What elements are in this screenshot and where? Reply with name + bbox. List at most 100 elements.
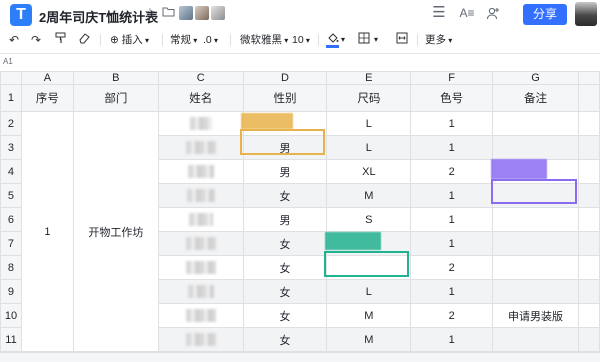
share-button[interactable]: 分享: [523, 4, 567, 25]
empty-cell[interactable]: [577, 111, 600, 136]
header-cell-color[interactable]: 色号: [410, 84, 494, 112]
empty-cell[interactable]: [577, 159, 600, 184]
row-header[interactable]: 6: [0, 207, 22, 232]
insert-menu[interactable]: ⊕ 插入 ▾: [110, 32, 149, 48]
row-header[interactable]: 1: [0, 84, 22, 112]
eraser-icon[interactable]: [77, 32, 91, 48]
size-cell[interactable]: S: [326, 207, 412, 232]
column-header-f[interactable]: F: [410, 71, 494, 85]
empty-cell[interactable]: [577, 135, 600, 160]
size-cell[interactable]: L: [326, 279, 412, 304]
undo-icon[interactable]: ↶: [7, 32, 21, 48]
note-cell[interactable]: [492, 255, 579, 280]
row-header[interactable]: 11: [0, 327, 22, 352]
gender-cell[interactable]: 女: [242, 231, 328, 256]
menu-icon[interactable]: ☰: [432, 5, 446, 20]
header-cell-gender[interactable]: 性别: [242, 84, 328, 112]
document-title[interactable]: 2周年司庆T恤统计表: [39, 7, 158, 26]
name-cell[interactable]: [157, 327, 244, 352]
column-header-d[interactable]: D: [242, 71, 328, 85]
header-cell-name[interactable]: 姓名: [157, 84, 244, 112]
chevron-down-icon[interactable]: ▾: [374, 32, 378, 48]
user-avatar[interactable]: [575, 2, 597, 26]
gender-cell[interactable]: 女: [242, 183, 328, 208]
row-header[interactable]: 8: [0, 255, 22, 280]
size-cell[interactable]: L: [326, 135, 412, 160]
color-cell[interactable]: 1: [410, 111, 494, 136]
name-cell[interactable]: [157, 303, 244, 328]
row-header[interactable]: 3: [0, 135, 22, 160]
row-header[interactable]: 4: [0, 159, 22, 184]
color-cell[interactable]: 1: [410, 183, 494, 208]
app-logo[interactable]: T: [10, 4, 32, 26]
note-cell[interactable]: [492, 327, 579, 352]
color-cell[interactable]: 1: [410, 231, 494, 256]
header-cell-dept[interactable]: 部门: [72, 84, 159, 112]
collaborator-avatar[interactable]: [211, 6, 225, 20]
row-header[interactable]: 5: [0, 183, 22, 208]
name-cell[interactable]: [157, 207, 244, 232]
star-icon[interactable]: ☆: [143, 6, 157, 20]
collaborator-avatar[interactable]: [195, 6, 209, 20]
column-header-a[interactable]: A: [20, 71, 74, 85]
folder-icon[interactable]: [161, 6, 175, 20]
font-family-select[interactable]: 微软雅黑 ▾: [240, 32, 288, 48]
color-cell[interactable]: 2: [410, 255, 494, 280]
empty-cell[interactable]: [577, 327, 600, 352]
column-header-c[interactable]: C: [157, 71, 244, 85]
column-header-g[interactable]: G: [492, 71, 579, 85]
color-cell[interactable]: 2: [410, 159, 494, 184]
cell-reference[interactable]: A1: [3, 57, 13, 66]
name-cell[interactable]: [157, 135, 244, 160]
note-cell[interactable]: [492, 111, 579, 136]
color-cell[interactable]: 1: [410, 135, 494, 160]
gender-cell[interactable]: 男: [242, 159, 328, 184]
redo-icon[interactable]: ↷: [29, 32, 43, 48]
note-cell[interactable]: [492, 279, 579, 304]
note-cell[interactable]: 申请男装版: [492, 303, 579, 328]
color-cell[interactable]: 1: [410, 279, 494, 304]
header-cell-size[interactable]: 尺码: [326, 84, 412, 112]
size-cell[interactable]: XL: [326, 159, 412, 184]
number-format-select[interactable]: 常规 ▾: [170, 32, 197, 48]
size-cell[interactable]: M: [326, 303, 412, 328]
gender-cell[interactable]: 女: [242, 255, 328, 280]
name-cell[interactable]: [157, 279, 244, 304]
add-user-icon[interactable]: [486, 6, 500, 20]
gender-cell[interactable]: 女: [242, 303, 328, 328]
border-icon[interactable]: [357, 32, 371, 48]
header-cell-note[interactable]: 备注: [492, 84, 579, 112]
size-cell[interactable]: L: [326, 111, 412, 136]
name-cell[interactable]: [157, 111, 244, 136]
decimal-button[interactable]: .0 ▾: [203, 32, 218, 48]
size-cell[interactable]: M: [326, 327, 412, 352]
empty-cell[interactable]: [577, 303, 600, 328]
color-cell[interactable]: 2: [410, 303, 494, 328]
empty-cell[interactable]: [577, 255, 600, 280]
name-cell[interactable]: [157, 255, 244, 280]
row-header[interactable]: 10: [0, 303, 22, 328]
name-cell[interactable]: [157, 183, 244, 208]
row-header[interactable]: 2: [0, 111, 22, 136]
color-cell[interactable]: 1: [410, 207, 494, 232]
chevron-down-icon[interactable]: ▾: [341, 32, 345, 48]
empty-cell[interactable]: [577, 207, 600, 232]
more-menu[interactable]: 更多 ▾: [425, 32, 452, 48]
empty-cell[interactable]: [577, 231, 600, 256]
empty-cell[interactable]: [577, 183, 600, 208]
color-cell[interactable]: 1: [410, 327, 494, 352]
note-cell[interactable]: [492, 207, 579, 232]
index-cell[interactable]: 1: [20, 111, 74, 352]
name-cell[interactable]: [157, 231, 244, 256]
gender-cell[interactable]: 男: [242, 207, 328, 232]
note-cell[interactable]: [492, 135, 579, 160]
font-size-select[interactable]: 10 ▾: [292, 32, 310, 48]
header-cell-index[interactable]: 序号: [20, 84, 74, 112]
size-cell[interactable]: M: [326, 183, 412, 208]
row-header[interactable]: 9: [0, 279, 22, 304]
column-header-empty[interactable]: [577, 71, 600, 85]
row-header[interactable]: 7: [0, 231, 22, 256]
dept-cell[interactable]: 开物工作坊: [72, 111, 159, 352]
merge-cells-icon[interactable]: [395, 32, 409, 48]
name-cell[interactable]: [157, 159, 244, 184]
